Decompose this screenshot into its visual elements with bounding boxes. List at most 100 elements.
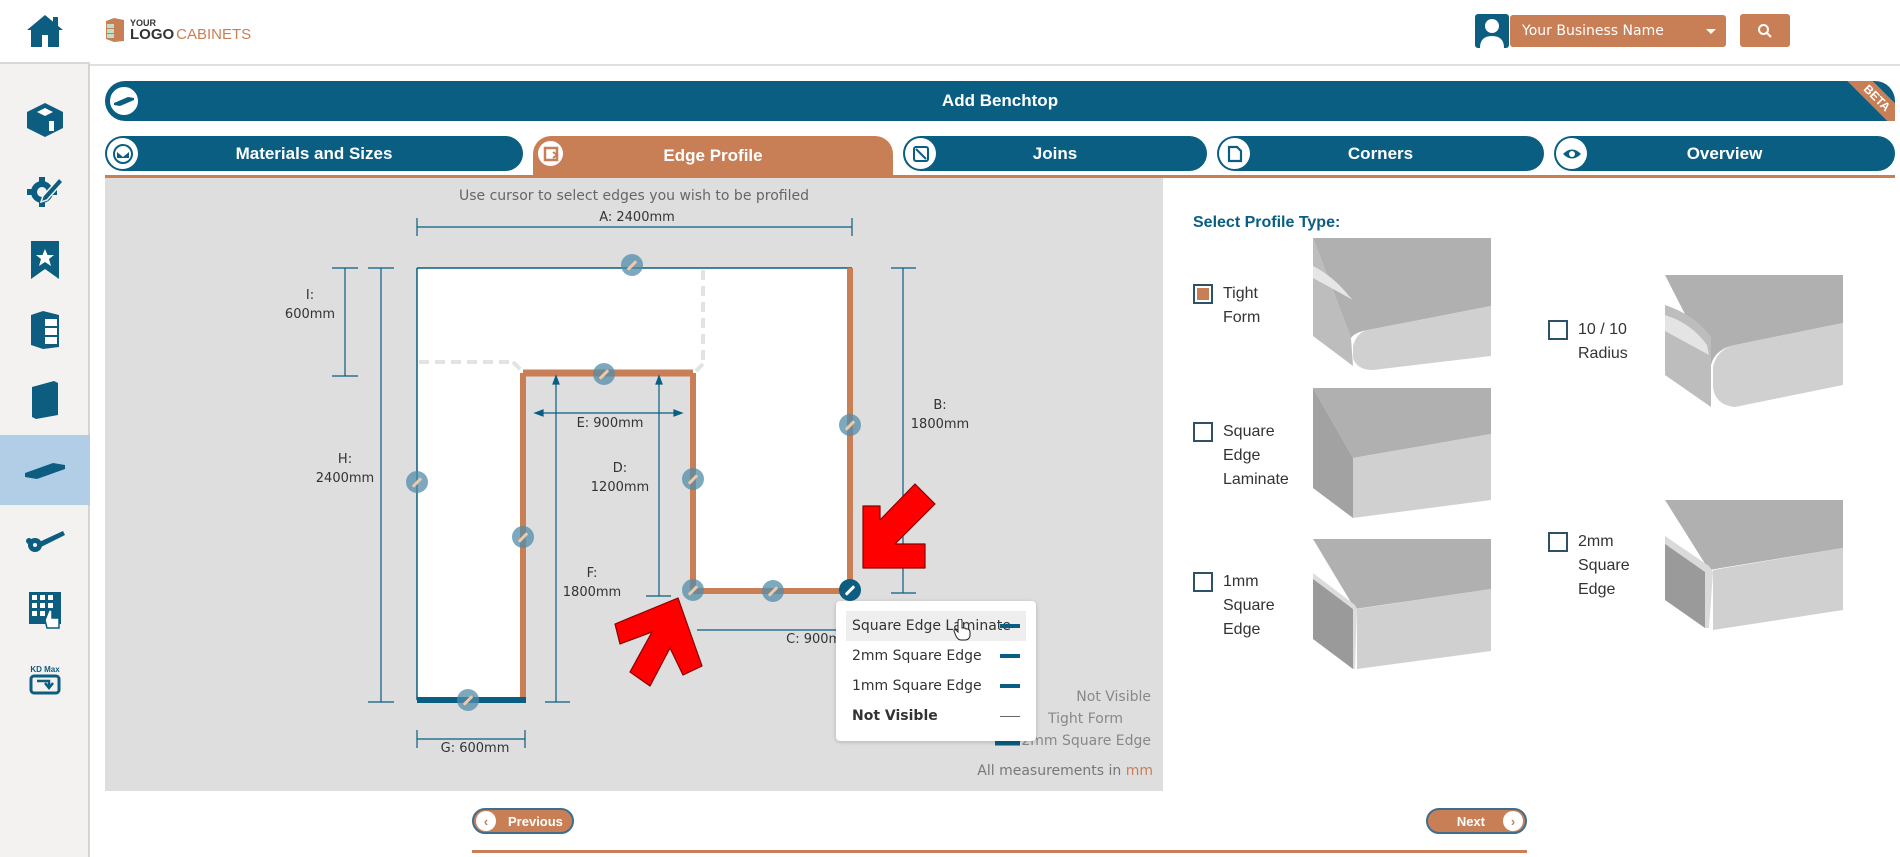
2mm-square-edge-thumbnail (1665, 500, 1843, 630)
sidebar-item-home[interactable] (0, 0, 90, 64)
dimension-label-b: B: 1800mm (905, 396, 975, 434)
profile-option-label: Tight Form (1223, 285, 1261, 326)
logo-cabinets-text: CABINETS (176, 25, 252, 43)
sidebar-item-kd-max[interactable]: KD Max (0, 645, 90, 715)
profile-type-panel: Select Profile Type: Tight Form 10 / 10 … (1163, 178, 1895, 791)
sidebar-item-favourites[interactable] (0, 225, 90, 295)
edit-edge-inner-top-button[interactable] (593, 363, 615, 385)
profile-option-tight-form[interactable]: Tight Form (1193, 282, 1293, 330)
dimension-label-b-name: B: (933, 398, 947, 413)
sidebar-item-benchtop[interactable] (0, 435, 90, 505)
edit-edge-bottom-left-button[interactable] (457, 689, 479, 711)
legend-2mm-square-edge: 2mm Square Edge (1021, 733, 1151, 749)
profile-option-label: 2mm Square Edge (1578, 533, 1630, 598)
edit-corner-inner-button[interactable] (682, 579, 704, 601)
10-10-radius-checkbox[interactable] (1548, 320, 1568, 340)
legend-not-visible: Not Visible (1076, 689, 1151, 705)
chevron-down-icon (1706, 29, 1716, 34)
sidebar-item-grid-select[interactable] (0, 575, 90, 645)
tab-joins[interactable]: Joins (903, 136, 1207, 171)
user-silhouette-icon (1480, 19, 1504, 48)
tab-corners[interactable]: Corners (1217, 136, 1544, 171)
tab-label: Corners (1347, 143, 1414, 163)
popup-item-2mm-square-edge[interactable]: 2mm Square Edge (846, 641, 1026, 671)
edit-edge-inner-right-button[interactable] (682, 468, 704, 490)
brand-logo[interactable]: YOUR LOGO CABINETS (104, 17, 251, 43)
edge-swatch (1000, 654, 1020, 658)
hand-cursor-icon (953, 619, 971, 641)
dimension-label-f: F: 1800mm (557, 564, 627, 602)
sidebar-item-hardware[interactable] (0, 505, 90, 575)
profile-option-1mm-square-edge[interactable]: 1mm Square Edge (1193, 570, 1293, 642)
eye-icon (1556, 138, 1587, 169)
page-header: Add Benchtop BETA (105, 81, 1895, 121)
popup-item-label: Not Visible (852, 708, 938, 724)
profile-option-2mm-square-edge[interactable]: 2mm Square Edge (1548, 530, 1648, 602)
previous-button-label: Previous (508, 813, 563, 829)
profile-option-label: Square Edge Laminate (1223, 423, 1289, 488)
popup-item-square-edge-laminate[interactable]: Square Edge Laminate (846, 611, 1026, 641)
2mm-square-edge-checkbox[interactable] (1548, 532, 1568, 552)
profile-option-square-edge-laminate[interactable]: Square Edge Laminate (1193, 420, 1293, 492)
tab-materials-and-sizes[interactable]: Materials and Sizes (105, 136, 523, 171)
business-select[interactable]: Your Business Name (1510, 15, 1726, 47)
dimension-label-b-value: 1800mm (910, 417, 970, 432)
annotation-arrow-up-right (614, 597, 703, 687)
sidebar-item-panels[interactable] (0, 365, 90, 435)
dimension-label-e: E: 900mm (576, 416, 644, 431)
10-10-radius-thumbnail (1665, 275, 1843, 407)
dimension-label-a: A: 2400mm (599, 210, 675, 225)
edge-profile-popup-menu: Square Edge Laminate 2mm Square Edge 1mm… (836, 601, 1036, 741)
popup-item-not-visible[interactable]: Not Visible (846, 701, 1026, 731)
joins-icon (905, 138, 936, 169)
panel-icon (32, 381, 58, 419)
tab-edge-profile[interactable]: Edge Profile (533, 136, 893, 176)
materials-icon (107, 138, 138, 169)
edge-swatch (1000, 684, 1020, 688)
edge-profile-icon (535, 138, 566, 169)
edit-corner-right-button[interactable] (839, 579, 861, 601)
profile-type-title: Select Profile Type: (1193, 214, 1341, 231)
dimension-label-i: I: 600mm (280, 286, 340, 324)
popup-item-label: 1mm Square Edge (852, 678, 982, 694)
sidebar-item-room[interactable] (0, 85, 90, 155)
svg-text:KD Max: KD Max (30, 665, 60, 674)
grid-hand-icon (29, 592, 61, 629)
tab-overview[interactable]: Overview (1554, 136, 1895, 171)
dimension-label-f-name: F: (586, 566, 598, 581)
1mm-square-edge-checkbox[interactable] (1193, 572, 1213, 592)
measurement-note-text: All measurements in (977, 763, 1122, 779)
profile-option-label: 10 / 10 Radius (1578, 321, 1628, 362)
chevron-left-icon: ‹ (476, 811, 496, 831)
popup-item-label: 2mm Square Edge (852, 648, 982, 664)
search-button[interactable] (1740, 14, 1790, 47)
tight-form-checkbox[interactable] (1193, 284, 1213, 304)
dimension-label-d-name: D: (612, 461, 628, 476)
popup-item-1mm-square-edge[interactable]: 1mm Square Edge (846, 671, 1026, 701)
tab-label: Materials and Sizes (235, 143, 393, 163)
dimension-label-i-value: 600mm (284, 307, 336, 322)
profile-option-10-10-radius[interactable]: 10 / 10 Radius (1548, 318, 1648, 366)
next-button[interactable]: Next › (1426, 808, 1527, 834)
edit-edge-top-button[interactable] (621, 254, 643, 276)
house-icon (27, 15, 63, 47)
avatar[interactable] (1475, 14, 1509, 48)
room-icon (27, 103, 63, 137)
hinge-icon (26, 531, 65, 552)
dimension-label-d-value: 1200mm (590, 480, 650, 495)
edit-edge-inner-left-button[interactable] (512, 526, 534, 548)
gear-pencil-icon (27, 176, 65, 207)
kd-max-icon: KD Max (29, 665, 61, 695)
popup-item-label: Square Edge Laminate (852, 618, 1011, 634)
edit-edge-left-button[interactable] (406, 471, 428, 493)
annotation-arrow-down-left (862, 483, 936, 569)
tab-label: Joins (1032, 143, 1078, 163)
previous-button[interactable]: ‹ Previous (472, 808, 574, 834)
edit-edge-inner-bottom-button[interactable] (762, 580, 784, 602)
sidebar-item-cabinets[interactable] (0, 295, 90, 365)
sidebar-item-settings[interactable] (0, 155, 90, 225)
sidebar: KD Max (0, 0, 90, 857)
benchtop-icon (25, 463, 65, 479)
edit-edge-right-button[interactable] (839, 414, 861, 436)
square-edge-laminate-checkbox[interactable] (1193, 422, 1213, 442)
